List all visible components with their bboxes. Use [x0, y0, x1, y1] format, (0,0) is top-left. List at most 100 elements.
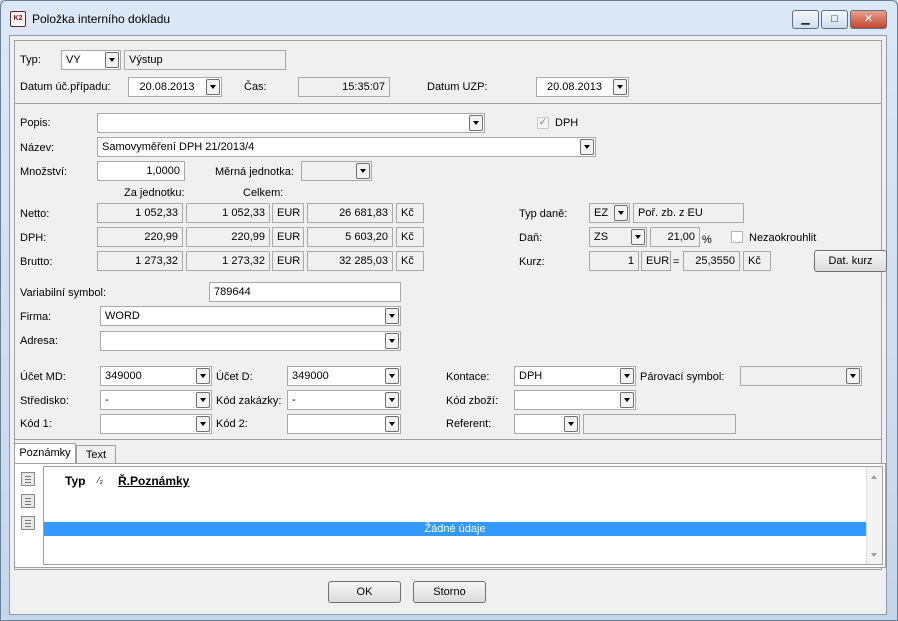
parovaci-label: Párovací symbol: [640, 371, 725, 383]
dan-combo[interactable]: ZS [589, 227, 647, 247]
stredisko-value: - [105, 394, 109, 406]
kod2-combo[interactable] [287, 414, 401, 434]
chevron-down-icon[interactable] [196, 368, 210, 384]
dph-czk: 5 603,20 [307, 227, 393, 247]
uzp-label: Datum UZP: [427, 81, 488, 93]
tab-text[interactable]: Text [76, 445, 116, 465]
mnozstvi-input[interactable]: 1,0000 [97, 161, 185, 181]
chevron-down-icon[interactable] [614, 205, 628, 221]
app-logo-icon: K2 [10, 11, 26, 27]
vs-label: Variabilní symbol: [20, 287, 106, 299]
kontace-label: Kontace: [446, 371, 490, 383]
popis-combo[interactable] [97, 113, 485, 133]
parovaci-combo[interactable] [740, 366, 862, 386]
stredisko-label: Středisko: [20, 395, 69, 407]
window-title: Položka interního dokladu [32, 12, 171, 26]
chevron-down-icon[interactable] [385, 368, 399, 384]
col-typ[interactable]: Typ [65, 474, 85, 488]
nazev-combo[interactable]: Samovyměření DPH 21/2013/4 [97, 137, 596, 157]
notes-grid[interactable]: Typ ⁄₂ Ř.Poznámky Žádné údaje [43, 466, 883, 565]
dph-label: DPH: [20, 232, 47, 244]
chevron-down-icon[interactable] [385, 392, 399, 408]
chevron-down-icon[interactable] [105, 52, 119, 68]
delete-note-icon[interactable] [21, 516, 35, 530]
popis-label: Popis: [20, 117, 51, 129]
typ-dane-combo[interactable]: EZ [589, 203, 630, 223]
kod-zbozi-label: Kód zboží: [446, 395, 498, 407]
kod-zakazky-value: - [292, 394, 296, 406]
ucet-d-combo[interactable]: 349000 [287, 366, 401, 386]
vs-input[interactable]: 789644 [209, 282, 401, 302]
ucet-md-value: 349000 [105, 370, 142, 382]
tab-label: Text [85, 449, 107, 461]
kod-zakazky-combo[interactable]: - [287, 390, 401, 410]
chevron-down-icon[interactable] [564, 416, 578, 432]
chevron-down-icon[interactable] [385, 416, 399, 432]
cas-field: 15:35:07 [298, 77, 390, 97]
dph-currency: EUR [272, 227, 304, 247]
firma-value: WORD [105, 310, 140, 322]
chevron-down-icon[interactable] [196, 392, 210, 408]
ok-button[interactable]: OK [328, 581, 401, 603]
separator [14, 439, 882, 440]
referent-combo[interactable] [514, 414, 580, 434]
maximize-button[interactable]: □ [821, 10, 848, 29]
dph-checkbox[interactable]: ✓ [537, 117, 549, 129]
close-button[interactable]: ✕ [850, 10, 887, 29]
dph-total: 220,99 [186, 227, 270, 247]
chevron-down-icon[interactable] [631, 229, 645, 245]
chevron-down-icon[interactable] [385, 308, 399, 324]
dialog-window: K2 Položka interního dokladu ▁ □ ✕ Typ: … [0, 0, 898, 621]
brutto-currency: EUR [272, 251, 304, 271]
storno-button[interactable]: Storno [413, 581, 486, 603]
sort-order-icon[interactable]: ⁄₂ [98, 475, 103, 485]
kurz-label: Kurz: [519, 256, 545, 268]
tab-poznamky[interactable]: Poznámky [14, 443, 76, 464]
typ-label: Typ: [20, 54, 41, 66]
kod1-combo[interactable] [100, 414, 212, 434]
calendar-dropdown-icon[interactable] [206, 79, 220, 95]
kurz-value: 25,3550 [683, 251, 740, 271]
scroll-up-icon[interactable] [871, 475, 877, 479]
chevron-down-icon[interactable] [469, 115, 483, 131]
firma-combo[interactable]: WORD [100, 306, 401, 326]
minimize-button[interactable]: ▁ [792, 10, 819, 29]
uzp-combo[interactable]: 20.08.2013 [536, 77, 629, 97]
calendar-dropdown-icon[interactable] [613, 79, 627, 95]
title-bar[interactable]: K2 Položka interního dokladu ▁ □ ✕ [1, 1, 897, 35]
nezaokrouhlit-label: Nezaokrouhlit [749, 232, 817, 244]
kod-zbozi-combo[interactable] [514, 390, 636, 410]
chevron-down-icon[interactable] [580, 139, 594, 155]
chevron-down-icon[interactable] [846, 368, 860, 384]
kurz-amount: 1 [589, 251, 639, 271]
ucet-d-label: Účet D: [216, 371, 253, 383]
check-icon: ✓ [538, 117, 548, 128]
datum-combo[interactable]: 20.08.2013 [128, 77, 222, 97]
referent-name [583, 414, 736, 434]
merna-combo[interactable] [301, 161, 372, 181]
notes-scrollbar[interactable] [866, 467, 882, 564]
typ-dane-label: Typ daně: [519, 208, 568, 220]
uzp-value: 20.08.2013 [546, 81, 603, 93]
firma-label: Firma: [20, 311, 52, 323]
typ-dane-value: EZ [594, 207, 609, 219]
datum-value: 20.08.2013 [139, 81, 195, 93]
add-note-icon[interactable] [21, 472, 35, 486]
edit-note-icon[interactable] [21, 494, 35, 508]
col-poznamky[interactable]: Ř.Poznámky [118, 474, 189, 488]
chevron-down-icon[interactable] [196, 416, 210, 432]
chevron-down-icon[interactable] [620, 392, 634, 408]
kontace-combo[interactable]: DPH [514, 366, 636, 386]
chevron-down-icon[interactable] [620, 368, 634, 384]
chevron-down-icon[interactable] [385, 333, 399, 349]
dat-kurz-button[interactable]: Dat. kurz [814, 250, 887, 272]
adresa-combo[interactable] [100, 331, 401, 351]
chevron-down-icon[interactable] [356, 163, 370, 179]
dan-value: ZS [594, 231, 609, 243]
scroll-down-icon[interactable] [871, 553, 877, 557]
ucet-md-combo[interactable]: 349000 [100, 366, 212, 386]
nezaokrouhlit-checkbox[interactable] [731, 231, 743, 243]
dialog-client-area: Typ: VY Výstup Datum úč.případu: 20.08.2… [9, 35, 887, 615]
typ-combo[interactable]: VY [61, 50, 121, 70]
stredisko-combo[interactable]: - [100, 390, 212, 410]
